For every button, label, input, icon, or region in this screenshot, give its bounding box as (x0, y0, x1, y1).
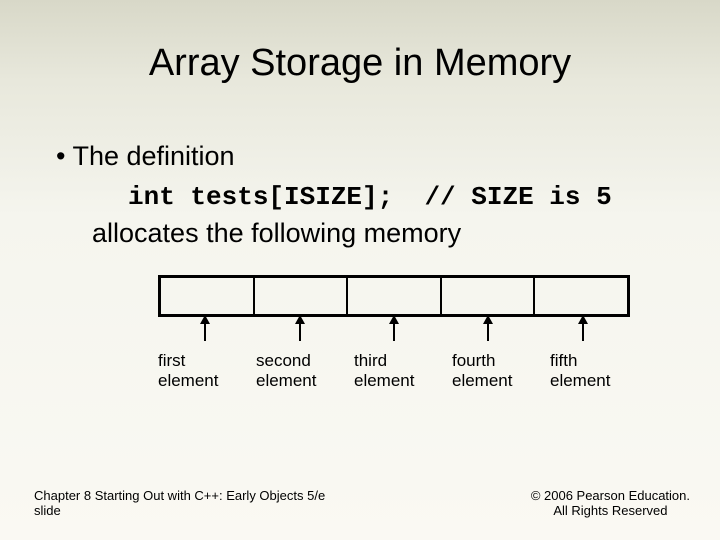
footer-slide: slide (34, 503, 61, 518)
label-text: third (354, 351, 387, 370)
label-fourth: fourth element (452, 351, 550, 390)
array-cell (348, 278, 442, 314)
footer-copyright: © 2006 Pearson Education. (531, 488, 690, 503)
label-fifth: fifth element (550, 351, 648, 390)
slide-title: Array Storage in Memory (0, 0, 720, 85)
arrow-up-icon (204, 317, 206, 341)
element-labels: first element second element third eleme… (158, 349, 648, 390)
label-text: element (158, 371, 218, 390)
label-text: fifth (550, 351, 577, 370)
footer-left: Chapter 8 Starting Out with C++: Early O… (34, 488, 325, 518)
arrow-up-icon (299, 317, 301, 341)
array-cell (255, 278, 349, 314)
code-declaration: int tests[ISIZE]; // SIZE is 5 (56, 172, 680, 212)
label-text: first (158, 351, 185, 370)
array-cell (442, 278, 536, 314)
label-text: element (354, 371, 414, 390)
label-text: second (256, 351, 311, 370)
label-text: element (550, 371, 610, 390)
text-allocates: allocates the following memory (56, 212, 680, 249)
footer-right: © 2006 Pearson Education. All Rights Res… (531, 488, 690, 518)
label-text: element (256, 371, 316, 390)
label-third: third element (354, 351, 452, 390)
array-diagram (158, 275, 630, 317)
array-cell (161, 278, 255, 314)
slide-content: The definition int tests[ISIZE]; // SIZE… (0, 85, 720, 390)
arrow-up-icon (393, 317, 395, 341)
label-text: fourth (452, 351, 495, 370)
slide-footer: Chapter 8 Starting Out with C++: Early O… (0, 488, 720, 518)
label-first: first element (158, 351, 256, 390)
label-text: element (452, 371, 512, 390)
bullet-definition: The definition (56, 141, 680, 172)
arrow-up-icon (487, 317, 489, 341)
footer-chapter: Chapter 8 Starting Out with C++: Early O… (34, 488, 325, 503)
arrow-up-icon (582, 317, 584, 341)
footer-rights: All Rights Reserved (553, 503, 667, 518)
label-second: second element (256, 351, 354, 390)
arrow-row (158, 317, 630, 349)
array-cell (535, 278, 627, 314)
